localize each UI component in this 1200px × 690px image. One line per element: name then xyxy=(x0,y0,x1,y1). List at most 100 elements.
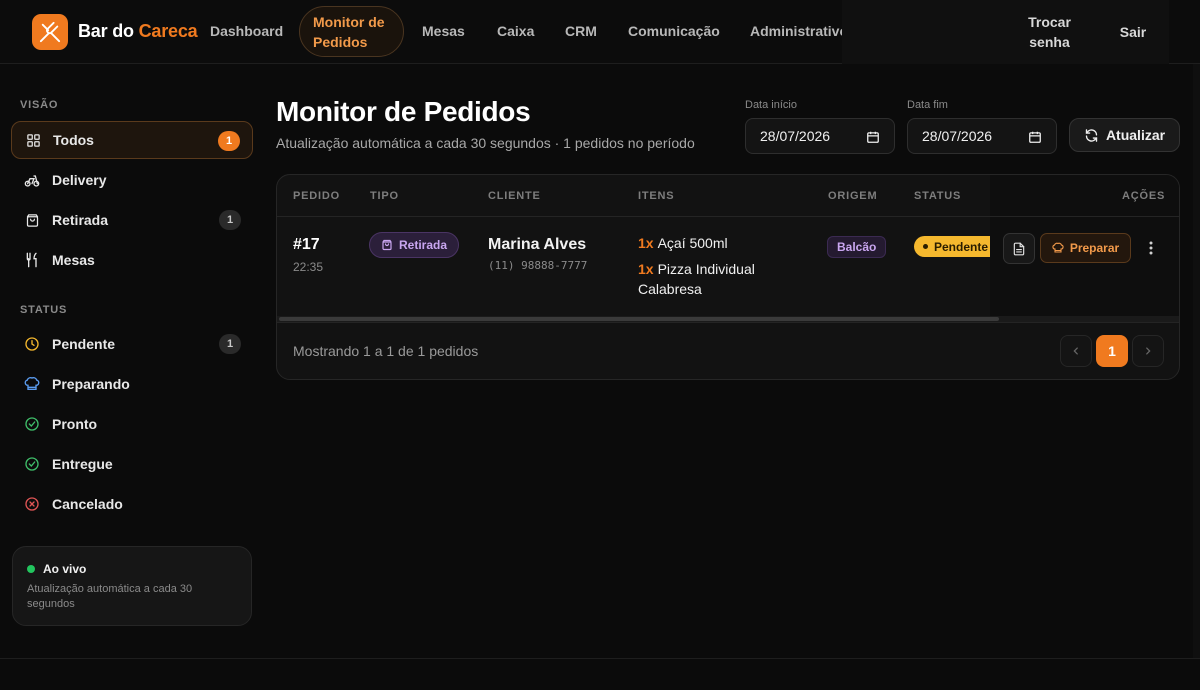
logout-button[interactable]: Sair xyxy=(1097,0,1169,64)
nav-crm[interactable]: CRM xyxy=(565,23,597,39)
check-circle-icon xyxy=(24,416,40,432)
chevron-left-icon xyxy=(1073,347,1078,355)
col-header-pedido: PEDIDO xyxy=(293,190,340,202)
change-password-button[interactable]: Trocar senha xyxy=(1002,0,1097,64)
more-options-button[interactable] xyxy=(1141,237,1161,259)
document-icon xyxy=(1013,242,1025,255)
footer-divider xyxy=(0,658,1200,659)
sidebar-item-pendente[interactable]: Pendente 1 xyxy=(11,325,253,363)
sidebar-section-status: STATUS xyxy=(20,304,68,316)
sidebar-item-label: Entregue xyxy=(52,456,113,472)
logo[interactable] xyxy=(32,14,68,50)
order-number: #17 xyxy=(293,236,320,253)
sidebar-item-mesas[interactable]: Mesas xyxy=(11,241,253,279)
page-subtitle: Atualização automática a cada 30 segundo… xyxy=(276,135,695,151)
nav-dashboard[interactable]: Dashboard xyxy=(210,23,283,39)
orders-table: PEDIDO TIPO CLIENTE ITENS ORIGEM STATUS … xyxy=(276,174,1180,380)
type-badge: Retirada xyxy=(369,232,460,258)
client-name: Marina Alves xyxy=(488,236,587,253)
utensils-icon xyxy=(24,252,40,268)
sidebar-item-label: Pronto xyxy=(52,416,98,432)
sidebar-item-todos[interactable]: Todos 1 xyxy=(11,121,253,159)
nav-monitor-pedidos[interactable]: Monitor de Pedidos xyxy=(299,6,404,57)
item-qty: 1x xyxy=(638,261,654,277)
sidebar-item-label: Cancelado xyxy=(52,496,123,512)
col-header-origem: ORIGEM xyxy=(828,190,878,202)
chef-hat-icon xyxy=(24,376,40,392)
live-indicator-card: Ao vivo Atualização automática a cada 30… xyxy=(12,546,252,626)
sidebar-section-view: VISÃO xyxy=(20,99,59,111)
sidebar-item-label: Mesas xyxy=(52,252,95,268)
chef-hat-icon xyxy=(1052,242,1064,253)
refresh-label: Atualizar xyxy=(1105,127,1166,143)
date-start-label: Data início xyxy=(745,99,797,111)
nav-mesas[interactable]: Mesas xyxy=(422,23,465,39)
prepare-button[interactable]: Preparar xyxy=(1040,233,1131,263)
refresh-icon xyxy=(1085,128,1098,142)
nav-caixa[interactable]: Caixa xyxy=(497,23,534,39)
col-header-tipo: TIPO xyxy=(370,190,399,202)
date-end-value: 28/07/2026 xyxy=(922,128,993,144)
bike-icon xyxy=(24,172,40,188)
prev-page-button[interactable] xyxy=(1060,335,1092,367)
clock-icon xyxy=(24,336,40,352)
sidebar-item-label: Preparando xyxy=(52,376,130,392)
page-button-current[interactable]: 1 xyxy=(1096,335,1128,367)
origin-badge: Balcão xyxy=(827,236,887,258)
bag-icon xyxy=(382,239,392,251)
bag-icon xyxy=(24,212,40,228)
order-time: 22:35 xyxy=(293,260,324,274)
sidebar-item-cancelado[interactable]: Cancelado xyxy=(11,485,253,523)
sidebar-item-retirada[interactable]: Retirada 1 xyxy=(11,201,253,239)
sidebar-item-label: Retirada xyxy=(52,212,109,228)
view-receipt-button[interactable] xyxy=(1003,233,1035,264)
next-page-button[interactable] xyxy=(1132,335,1164,367)
chevron-right-icon xyxy=(1146,347,1151,355)
live-dot xyxy=(27,565,35,573)
date-end-input[interactable]: 28/07/2026 xyxy=(907,118,1057,154)
count-badge: 1 xyxy=(219,334,241,354)
status-badge: Pendente xyxy=(914,236,990,257)
sidebar-item-preparando[interactable]: Preparando xyxy=(11,365,253,403)
col-header-itens: ITENS xyxy=(638,190,675,202)
sidebar-item-label: Delivery xyxy=(52,172,107,188)
date-start-value: 28/07/2026 xyxy=(760,128,831,144)
scrollbar-thumb[interactable] xyxy=(279,317,999,321)
item-name: Açaí 500ml xyxy=(657,235,728,251)
live-title: Ao vivo xyxy=(43,562,87,576)
footer-divider xyxy=(277,322,1179,323)
sidebar-item-pronto[interactable]: Pronto xyxy=(11,405,253,443)
count-badge: 1 xyxy=(218,131,240,151)
order-item: 1x Açaí 500ml xyxy=(638,233,788,253)
sidebar-item-entregue[interactable]: Entregue xyxy=(11,445,253,483)
order-item: 1x Pizza Individual Calabresa xyxy=(638,259,788,299)
date-end-label: Data fim xyxy=(907,99,948,111)
refresh-button[interactable]: Atualizar xyxy=(1069,118,1180,152)
item-name: Pizza Individual Calabresa xyxy=(638,261,755,297)
nav-comunicacao[interactable]: Comunicação xyxy=(628,23,720,39)
vertical-scrollbar[interactable] xyxy=(1193,64,1200,658)
sidebar-item-label: Todos xyxy=(53,132,94,148)
col-header-cliente: CLIENTE xyxy=(488,190,541,202)
client-phone: (11) 98888-7777 xyxy=(488,259,588,272)
calendar-icon[interactable] xyxy=(866,130,880,144)
date-start-input[interactable]: 28/07/2026 xyxy=(745,118,895,154)
col-header-acoes: AÇÕES xyxy=(1122,190,1166,202)
top-bar: Bar do Careca Dashboard Monitor de Pedid… xyxy=(0,0,1200,64)
col-header-status: STATUS xyxy=(914,190,962,202)
x-circle-icon xyxy=(24,496,40,512)
sidebar-item-delivery[interactable]: Delivery xyxy=(11,161,253,199)
nav-administrativo[interactable]: Administrativo xyxy=(750,23,848,39)
live-subtitle: Atualização automática a cada 30 segundo… xyxy=(27,583,193,610)
more-vertical-icon xyxy=(1149,241,1153,255)
check-circle-icon xyxy=(24,456,40,472)
nav-overflow-fade xyxy=(842,0,1002,64)
pagination-summary: Mostrando 1 a 1 de 1 pedidos xyxy=(293,343,479,359)
header-divider xyxy=(277,216,1179,217)
sidebar-item-label: Pendente xyxy=(52,336,116,352)
utensils-crossed-icon xyxy=(39,21,61,43)
calendar-icon[interactable] xyxy=(1028,130,1042,144)
item-qty: 1x xyxy=(638,235,654,251)
grid-icon xyxy=(25,132,41,148)
brand-name: Bar do Careca xyxy=(78,21,198,41)
